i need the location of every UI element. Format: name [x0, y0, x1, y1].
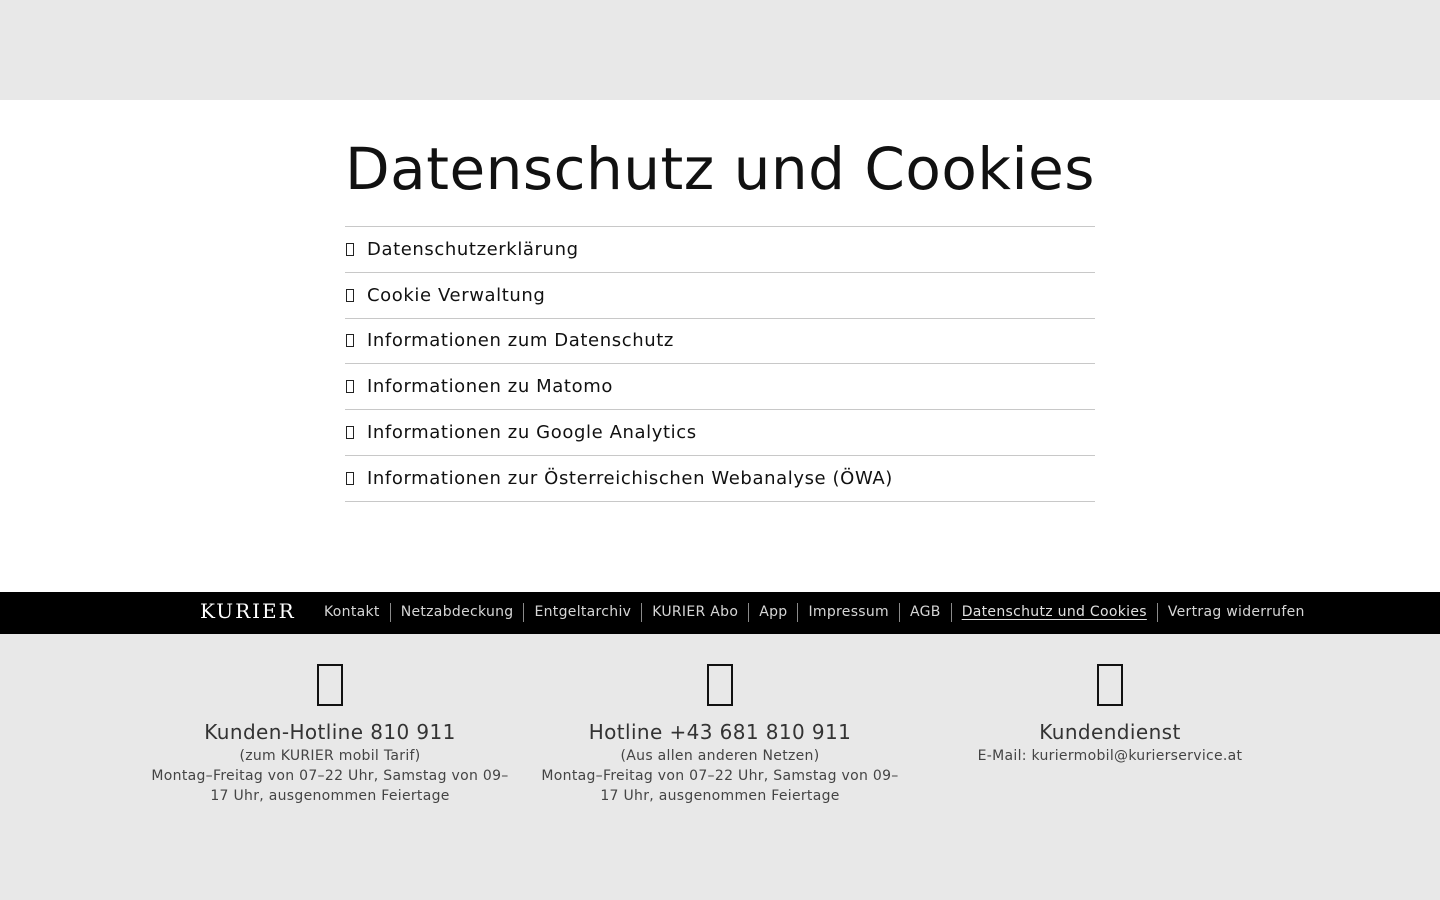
top-band — [0, 0, 1440, 100]
contact-section: Kunden-Hotline 810 911 (zum KURIER mobil… — [0, 634, 1440, 900]
footer-link-impressum[interactable]: Impressum — [797, 603, 899, 622]
phone-icon — [317, 664, 343, 706]
chevron-right-icon — [345, 242, 367, 256]
chevron-right-icon — [345, 426, 367, 440]
footer-link-entgeltarchiv[interactable]: Entgeltarchiv — [523, 603, 641, 622]
footer-link-vertrag-widerrufen[interactable]: Vertrag widerrufen — [1156, 603, 1315, 622]
privacy-accordion: Datenschutzerklärung Cookie Verwaltung I… — [345, 226, 1095, 502]
footer-link-kurier-abo[interactable]: KURIER Abo — [641, 603, 748, 622]
footer-link-netzabdeckung[interactable]: Netzabdeckung — [389, 603, 524, 622]
accordion-item-label: Informationen zu Google Analytics — [367, 422, 697, 444]
contact-subtitle: (zum KURIER mobil Tarif) — [239, 748, 421, 764]
footer-link-app[interactable]: App — [748, 603, 797, 622]
accordion-item-label: Informationen zur Österreichischen Weban… — [367, 467, 893, 489]
contact-email[interactable]: E-Mail: kuriermobil@kurierservice.at — [915, 746, 1305, 766]
contact-title[interactable]: Kunden-Hotline 810 911 — [135, 720, 525, 744]
accordion-item-datenschutz-info[interactable]: Informationen zum Datenschutz — [345, 319, 1095, 365]
accordion-item-label: Informationen zu Matomo — [367, 376, 613, 398]
contact-hours: Montag–Freitag von 07–22 Uhr, Samstag vo… — [151, 768, 509, 804]
accordion-item-google-analytics[interactable]: Informationen zu Google Analytics — [345, 410, 1095, 456]
chevron-right-icon — [345, 288, 367, 302]
brand-logo[interactable]: KURIER — [200, 599, 296, 623]
phone-icon — [707, 664, 733, 706]
contact-title[interactable]: Hotline +43 681 810 911 — [525, 720, 915, 744]
accordion-item-datenschutzerklaerung[interactable]: Datenschutzerklärung — [345, 227, 1095, 273]
accordion-item-matomo[interactable]: Informationen zu Matomo — [345, 364, 1095, 411]
contact-hotline: Hotline +43 681 810 911 (Aus allen ander… — [525, 664, 915, 806]
contact-subtitle: (Aus allen anderen Netzen) — [620, 748, 820, 764]
accordion-item-label: Datenschutzerklärung — [367, 238, 579, 260]
contact-hours: Montag–Freitag von 07–22 Uhr, Samstag vo… — [541, 768, 899, 804]
contact-kundendienst: Kundendienst E-Mail: kuriermobil@kuriers… — [915, 664, 1305, 766]
contact-title: Kundendienst — [1039, 720, 1181, 744]
mail-icon — [1097, 664, 1123, 706]
footer-nav: Kontakt Netzabdeckung Entgeltarchiv KURI… — [314, 603, 1315, 622]
chevron-right-icon — [345, 380, 367, 394]
main-content: Datenschutz und Cookies Datenschutzerklä… — [0, 100, 1440, 592]
contact-kunden-hotline: Kunden-Hotline 810 911 (zum KURIER mobil… — [135, 664, 525, 806]
chevron-right-icon — [345, 471, 367, 485]
footer-link-agb[interactable]: AGB — [899, 603, 951, 622]
accordion-item-oewa[interactable]: Informationen zur Österreichischen Weban… — [345, 456, 1095, 502]
accordion-item-cookie-verwaltung[interactable]: Cookie Verwaltung — [345, 273, 1095, 319]
footer-nav-bar: KURIER Kontakt Netzabdeckung Entgeltarch… — [0, 592, 1440, 634]
page-title: Datenschutz und Cookies — [345, 135, 1095, 203]
accordion-item-label: Informationen zum Datenschutz — [367, 330, 674, 352]
chevron-right-icon — [345, 334, 367, 348]
footer-link-kontakt[interactable]: Kontakt — [314, 603, 390, 622]
footer-link-datenschutz[interactable]: Datenschutz und Cookies — [950, 603, 1157, 622]
accordion-item-label: Cookie Verwaltung — [367, 284, 546, 306]
